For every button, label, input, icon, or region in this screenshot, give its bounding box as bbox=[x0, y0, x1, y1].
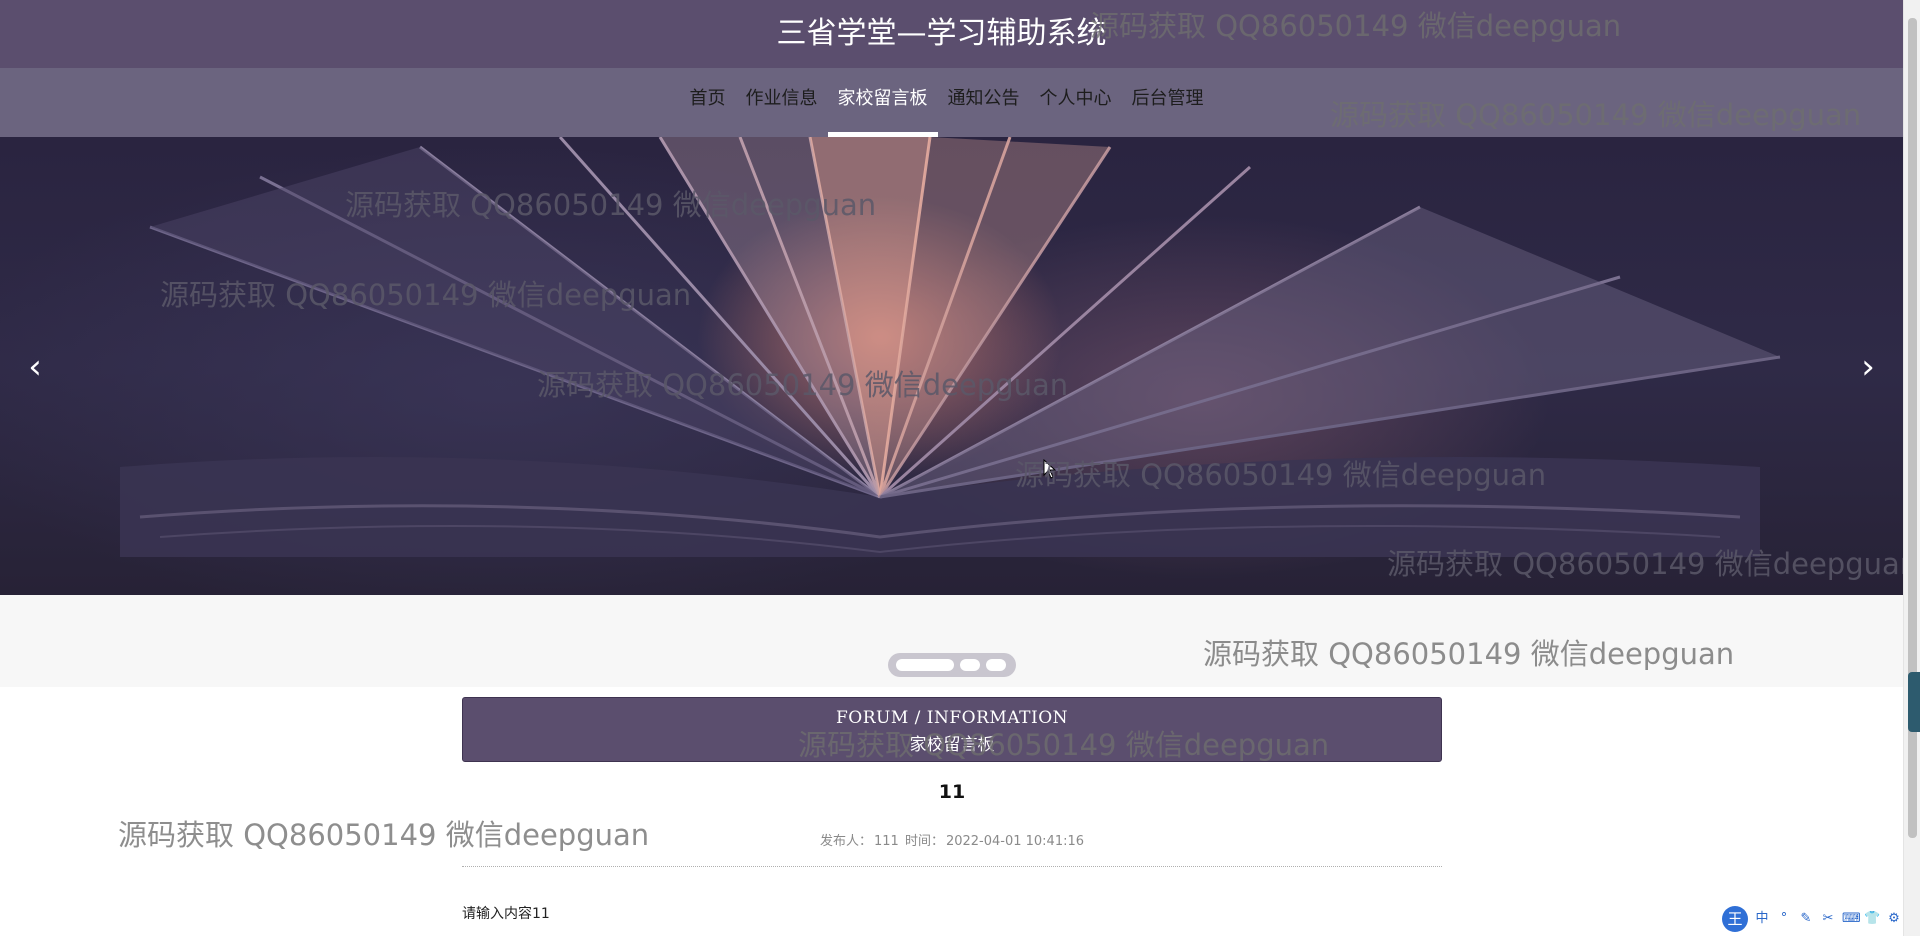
ime-screenshot-icon[interactable]: ✂ bbox=[1820, 911, 1836, 927]
banner-carousel[interactable]: ‹ › bbox=[0, 137, 1903, 595]
ime-toolbar: 王 中 ° ✎ ✂ ⌨ 👕 ⚙ bbox=[1722, 906, 1912, 932]
nav-item-admin[interactable]: 后台管理 bbox=[1122, 68, 1214, 137]
nav-item-homework[interactable]: 作业信息 bbox=[736, 68, 828, 137]
nav-item-notices[interactable]: 通知公告 bbox=[938, 68, 1030, 137]
top-header: 三省学堂—学习辅助系统 bbox=[0, 0, 1903, 68]
carousel-prev-icon[interactable]: ‹ bbox=[15, 347, 55, 387]
ime-skin-icon[interactable]: 👕 bbox=[1864, 911, 1880, 927]
mouse-cursor-icon bbox=[1043, 459, 1057, 479]
carousel-dot-2[interactable] bbox=[960, 659, 980, 671]
nav-item-personal-center[interactable]: 个人中心 bbox=[1030, 68, 1122, 137]
banner-book-image bbox=[120, 137, 1781, 557]
carousel-next-icon[interactable]: › bbox=[1848, 347, 1888, 387]
ime-punctuation-icon[interactable]: ° bbox=[1776, 911, 1792, 927]
forum-heading-en: FORUM / INFORMATION bbox=[835, 708, 1069, 728]
forum-heading: FORUM / INFORMATION 家校留言板 bbox=[462, 697, 1442, 762]
post-title: 11 bbox=[938, 781, 966, 803]
carousel-dot-3[interactable] bbox=[986, 659, 1006, 671]
ime-keyboard-icon[interactable]: ⌨ bbox=[1842, 911, 1861, 927]
author-value: 111 bbox=[873, 834, 899, 849]
site-title: 三省学堂—学习辅助系统 bbox=[776, 16, 1107, 51]
content-divider bbox=[462, 866, 1442, 867]
carousel-indicators bbox=[888, 653, 1016, 677]
page-scrollbar[interactable] bbox=[1903, 0, 1920, 936]
time-label: 时间： bbox=[904, 834, 944, 849]
main-navigation: 首页 作业信息 家校留言板 通知公告 个人中心 后台管理 bbox=[0, 68, 1903, 137]
side-float-widget[interactable] bbox=[1908, 672, 1920, 732]
ime-handwrite-icon[interactable]: ✎ bbox=[1798, 911, 1814, 927]
page: 三省学堂—学习辅助系统 首页 作业信息 家校留言板 通知公告 个人中心 后台管理 bbox=[0, 0, 1920, 936]
ime-logo-icon[interactable]: 王 bbox=[1722, 906, 1748, 932]
post-content: 请输入内容11 bbox=[462, 906, 550, 922]
post-meta: 发布人： 111 时间： 2022-04-01 10:41:16 bbox=[462, 830, 1442, 849]
nav-item-message-board[interactable]: 家校留言板 bbox=[827, 68, 938, 137]
time-value: 2022-04-01 10:41:16 bbox=[945, 834, 1085, 849]
nav-item-home[interactable]: 首页 bbox=[680, 68, 736, 137]
ime-settings-icon[interactable]: ⚙ bbox=[1886, 911, 1902, 927]
author-label: 发布人： bbox=[819, 834, 872, 849]
carousel-dot-1[interactable] bbox=[896, 659, 954, 671]
forum-heading-cn: 家校留言板 bbox=[909, 735, 995, 755]
nav-list: 首页 作业信息 家校留言板 通知公告 个人中心 后台管理 bbox=[0, 68, 1903, 137]
ime-chinese-mode-icon[interactable]: 中 bbox=[1754, 911, 1770, 927]
